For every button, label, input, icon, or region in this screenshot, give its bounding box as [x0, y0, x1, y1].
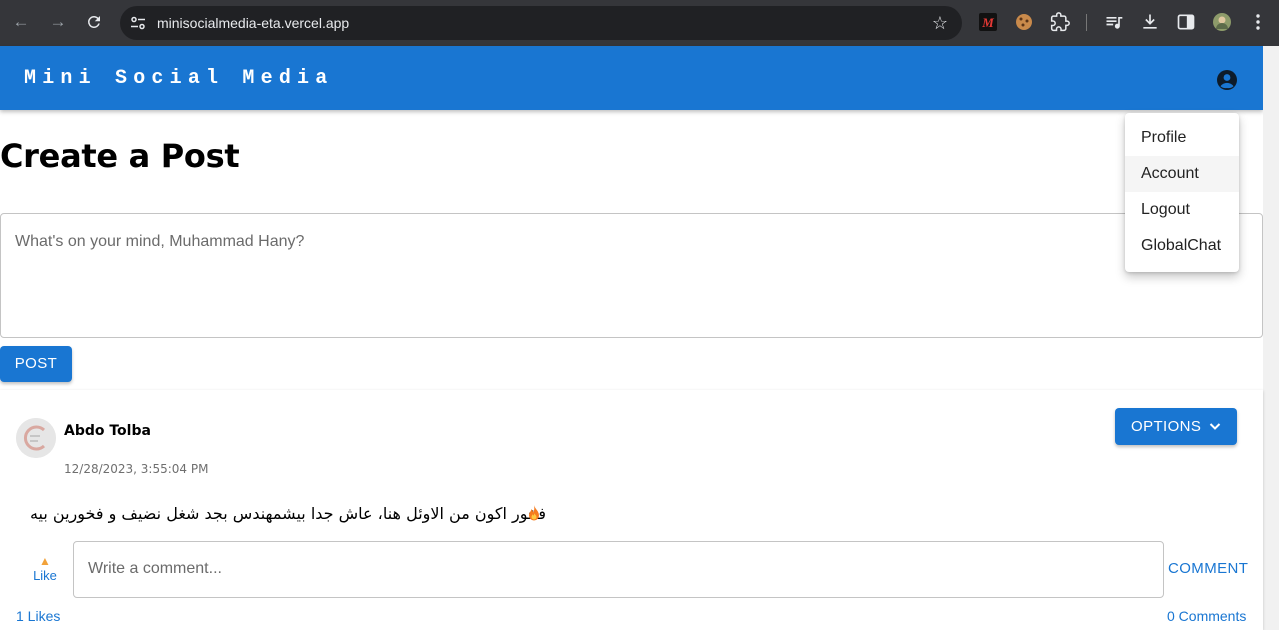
post-composer-input[interactable]: What's on your mind, Muhammad Hany? [0, 213, 1263, 338]
comment-placeholder: Write a comment... [88, 560, 222, 577]
url-text[interactable]: minisocialmedia-eta.vercel.app [157, 15, 349, 31]
extensions-icon[interactable] [1050, 12, 1070, 32]
media-icon[interactable] [1104, 12, 1124, 32]
menu-item-account[interactable]: Account [1125, 156, 1239, 192]
menu-item-profile[interactable]: Profile [1125, 120, 1239, 156]
fire-emoji-icon [529, 505, 539, 521]
post-button[interactable]: POST [0, 346, 72, 382]
author-name[interactable]: Abdo Tolba [64, 423, 151, 439]
back-icon[interactable]: ← [10, 11, 32, 33]
account-menu: Profile Account Logout GlobalChat [1125, 113, 1239, 272]
svg-text:M: M [981, 15, 994, 30]
account-circle-icon[interactable] [1215, 68, 1239, 92]
options-button[interactable]: OPTIONS [1115, 408, 1237, 445]
brand-title[interactable]: Mini Social Media [24, 67, 333, 90]
site-settings-icon[interactable] [130, 15, 146, 31]
side-panel-icon[interactable] [1176, 12, 1196, 32]
toolbar-divider [1086, 14, 1087, 31]
menu-icon[interactable] [1248, 12, 1268, 32]
comments-count[interactable]: 0 Comments [1167, 608, 1246, 624]
post-card: Abdo Tolba 12/28/2023, 3:55:04 PM OPTION… [0, 390, 1263, 630]
menu-item-globalchat[interactable]: GlobalChat [1125, 228, 1239, 264]
author-avatar[interactable] [16, 418, 56, 458]
page-title: Create a Post [0, 137, 240, 175]
comment-button[interactable]: COMMENT [1168, 560, 1248, 577]
post-content: فخور اكون من الاوئل هنا، عاش جدا بيشمهند… [29, 504, 546, 523]
comment-input[interactable]: Write a comment... [73, 541, 1164, 598]
post-date: 12/28/2023, 3:55:04 PM [64, 462, 209, 476]
profile-avatar[interactable] [1212, 12, 1232, 32]
likes-count[interactable]: 1 Likes [16, 608, 60, 624]
like-button[interactable]: ▲ Like [28, 554, 62, 583]
menu-item-logout[interactable]: Logout [1125, 192, 1239, 228]
forward-icon[interactable]: → [47, 11, 69, 33]
thumbs-up-icon: ▲ [39, 554, 51, 568]
app-bar: Mini Social Media [0, 46, 1263, 110]
page-scrollbar[interactable] [1263, 46, 1279, 630]
reload-icon[interactable] [83, 11, 105, 33]
chevron-down-icon [1209, 423, 1221, 430]
address-bar[interactable]: minisocialmedia-eta.vercel.app ☆ [120, 6, 962, 40]
extension-m-icon[interactable]: M [978, 12, 998, 32]
like-label: Like [33, 568, 57, 583]
cookie-icon[interactable] [1014, 12, 1034, 32]
star-icon[interactable]: ☆ [932, 13, 948, 34]
options-label: OPTIONS [1131, 418, 1202, 435]
download-icon[interactable] [1140, 12, 1160, 32]
browser-toolbar: ← → minisocialmedia-eta.vercel.app ☆ M [0, 0, 1279, 46]
composer-placeholder: What's on your mind, Muhammad Hany? [15, 233, 305, 250]
